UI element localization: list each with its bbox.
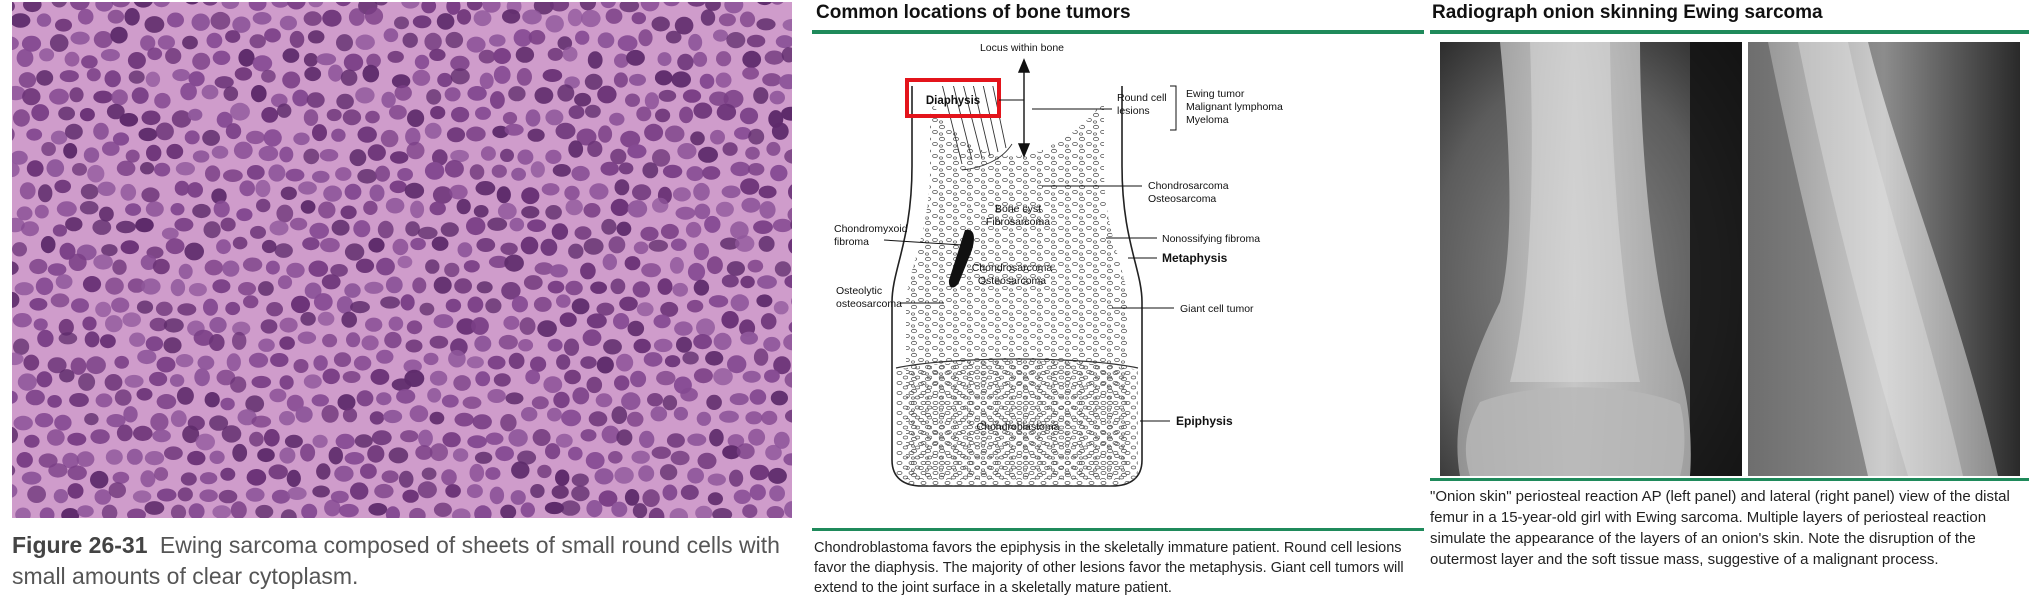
figure-label: Figure 26-31 <box>12 532 148 558</box>
chondromyxoid-label-1: Chondromyxoid <box>834 223 908 235</box>
chondrosarcoma-top-label: Chondrosarcoma <box>1148 180 1229 192</box>
bone-panel-title: Common locations of bone tumors <box>816 2 1131 23</box>
xray-caption: "Onion skin" periosteal reaction AP (lef… <box>1430 488 2010 568</box>
osteosarcoma-mid-label: Osteosarcoma <box>978 275 1046 287</box>
radiograph-lateral-image <box>1748 42 2020 476</box>
round-cell-bracket <box>1170 85 1177 131</box>
bone-caption: Chondroblastoma favors the epiphysis in … <box>814 540 1404 596</box>
radiograph-lateral-view <box>1748 42 2020 476</box>
radiograph-ap-view <box>1440 42 1742 476</box>
xray-panel-title: Radiograph onion skinning Ewing sarcoma <box>1432 2 1823 23</box>
caption-rule <box>812 528 1424 531</box>
round-cell-label-1: Round cell <box>1117 92 1167 104</box>
nonossifying-label: Nonossifying fibroma <box>1162 233 1260 245</box>
histology-caption: Figure 26-31 Ewing sarcoma composed of s… <box>12 530 800 592</box>
osteosarcoma-top-label: Osteosarcoma <box>1148 193 1216 205</box>
xray-caption-rule <box>1430 478 2029 481</box>
epiphysis-label: Epiphysis <box>1176 414 1233 428</box>
bone-tumor-panel: Common locations of bone tumors Locus wi… <box>812 0 1424 601</box>
lymphoma-label: Malignant lymphoma <box>1186 101 1283 113</box>
osteolytic-label-2: osteosarcoma <box>836 298 902 310</box>
locus-label: Locus within bone <box>980 42 1064 54</box>
chondroblastoma-label: Chondroblastoma <box>977 421 1060 433</box>
bone-cyst-label: Bone cyst <box>995 203 1041 215</box>
round-cell-label-2: lesions <box>1117 105 1150 117</box>
chondrosarcoma-mid-label: Chondrosarcoma <box>972 262 1053 274</box>
bone-diagram: Locus within bone Diaphysis Round cell l… <box>834 42 1283 487</box>
xray-title-rule <box>1430 30 2029 34</box>
diaphysis-label: Diaphysis <box>926 95 980 107</box>
histology-micrograph <box>12 2 792 518</box>
histology-panel: Figure 26-31 Ewing sarcoma composed of s… <box>0 0 800 601</box>
metaphysis-label: Metaphysis <box>1162 251 1228 265</box>
radiograph-panel: Radiograph onion skinning Ewing sarcoma <box>1430 0 2029 601</box>
giant-cell-label: Giant cell tumor <box>1180 303 1254 315</box>
ewing-label: Ewing tumor <box>1186 88 1245 100</box>
histology-image <box>12 2 792 518</box>
title-rule <box>812 30 1424 34</box>
myeloma-label: Myeloma <box>1186 114 1229 126</box>
fibrosarcoma-label: Fibrosarcoma <box>986 216 1050 228</box>
osteolytic-label-1: Osteolytic <box>836 285 882 297</box>
radiograph-ap-image <box>1440 42 1742 476</box>
chondromyxoid-label-2: fibroma <box>834 236 869 248</box>
